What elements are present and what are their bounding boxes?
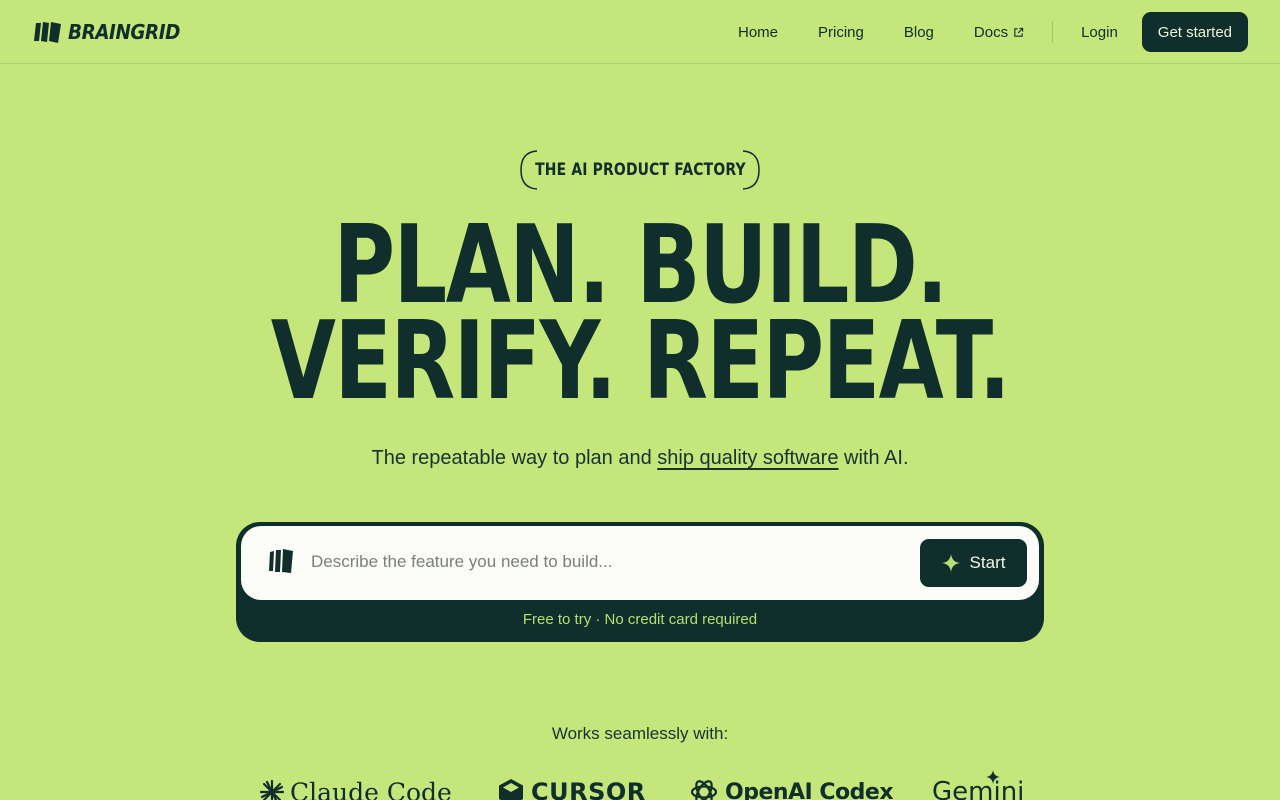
nav-home-label: Home xyxy=(738,23,779,41)
nav-home[interactable]: Home xyxy=(718,24,798,41)
badge-text: THE AI PRODUCT FACTORY xyxy=(534,160,746,180)
subhead-text-before: The repeatable way to plan and xyxy=(371,447,658,469)
site-header: BRAINGRID Home Pricing Blog Docs Login G… xyxy=(0,0,1280,64)
main-nav: Home Pricing Blog Docs Login Get started xyxy=(718,12,1248,52)
hero-badge: THE AI PRODUCT FACTORY xyxy=(520,150,760,190)
external-link-icon xyxy=(1014,27,1024,37)
braingrid-logo-icon xyxy=(34,22,61,43)
cursor-cube-icon xyxy=(499,779,523,800)
partner-openai-codex-name: OpenAI Codex xyxy=(725,779,894,800)
prompt-input-wrapper: Start xyxy=(241,526,1039,600)
login-link[interactable]: Login xyxy=(1061,24,1142,41)
free-trial-note: Free to try · No credit card required xyxy=(522,611,758,628)
login-label: Login xyxy=(1081,23,1118,41)
partner-cursor: CURSOR xyxy=(497,770,646,800)
hero-subhead: The repeatable way to plan and ship qual… xyxy=(0,447,1280,470)
nav-blog[interactable]: Blog xyxy=(884,24,954,41)
gemini-sparkle-icon xyxy=(986,770,1000,784)
braingrid-mark-icon xyxy=(269,549,293,573)
brand-name: BRAINGRID xyxy=(68,20,180,44)
feature-description-input[interactable] xyxy=(311,544,911,580)
subhead-text-after: with AI. xyxy=(838,447,909,469)
ship-quality-software-link[interactable]: ship quality software xyxy=(657,447,838,469)
integrations-heading: Works seamlessly with: xyxy=(551,724,729,743)
nav-blog-label: Blog xyxy=(903,23,934,41)
nav-docs-label: Docs xyxy=(973,23,1009,41)
nav-pricing-label: Pricing xyxy=(818,23,864,41)
partner-openai-codex: OpenAI Codex xyxy=(689,770,894,800)
hero-headline: PLAN. BUILD. VERIFY. REPEAT. xyxy=(0,212,1280,424)
start-button[interactable]: Start xyxy=(920,539,1027,587)
headline-line-2: VERIFY. REPEAT. xyxy=(270,299,1011,424)
claude-starburst-icon xyxy=(260,780,284,800)
sparkle-icon xyxy=(941,554,960,572)
partner-gemini: Gemini xyxy=(932,770,1024,800)
start-button-label: Start xyxy=(969,553,1006,572)
brand-logo[interactable]: BRAINGRID xyxy=(34,19,190,45)
nav-pricing[interactable]: Pricing xyxy=(798,24,884,41)
integrations-logos: Claude Code CURSOR OpenAI Codex Gemini xyxy=(0,770,1280,800)
get-started-button[interactable]: Get started xyxy=(1141,12,1248,52)
openai-knot-icon xyxy=(690,780,718,800)
nav-docs[interactable]: Docs xyxy=(954,24,1044,41)
partner-cursor-name: CURSOR xyxy=(531,778,646,800)
partner-claude-code-name: Claude Code xyxy=(290,777,452,800)
partner-gemini-name: Gemini xyxy=(932,777,1025,800)
nav-divider xyxy=(1052,21,1054,43)
badge-right-bracket xyxy=(742,150,760,190)
partner-claude-code: Claude Code xyxy=(260,770,452,800)
prompt-card: Start Free to try · No credit card requi… xyxy=(236,522,1044,642)
